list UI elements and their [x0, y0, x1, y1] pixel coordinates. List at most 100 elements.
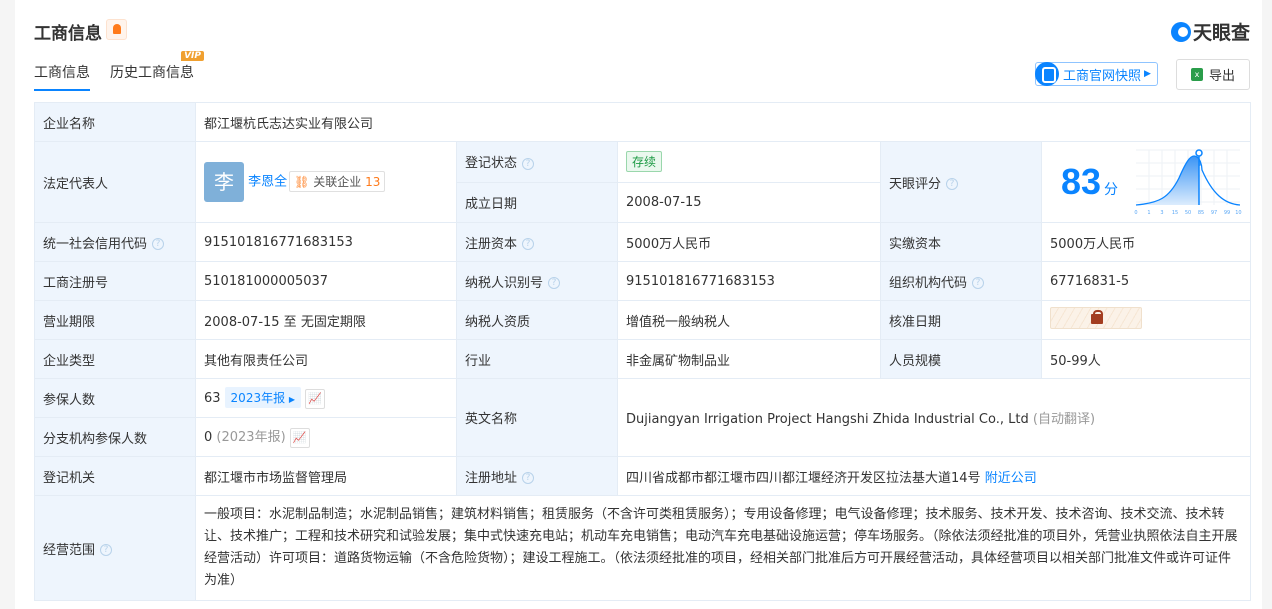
caret-right-icon: ▶ — [288, 395, 296, 405]
tab-business-info[interactable]: 工商信息 — [34, 62, 90, 91]
status-cell: 存续 — [617, 141, 881, 183]
related-label: 关联企业 — [313, 174, 362, 189]
export-button[interactable]: x 导出 — [1176, 59, 1250, 90]
branch-insured-count: 0 — [204, 430, 213, 446]
x-tick-label: 97 — [1211, 210, 1217, 216]
bell-icon[interactable] — [106, 19, 127, 40]
export-label: 导出 — [1208, 69, 1235, 84]
taxpayer-type: 增值税一般纳税人 — [617, 300, 881, 340]
address-label: 注册地址? — [456, 456, 618, 496]
company-name: 都江堰杭氏志达实业有限公司 — [195, 102, 1251, 142]
help-icon[interactable]: ? — [100, 544, 113, 556]
help-icon[interactable]: ? — [972, 277, 985, 289]
industry: 非金属矿物制品业 — [617, 339, 881, 379]
label-text: 登记状态 — [465, 156, 518, 172]
help-icon[interactable]: ? — [522, 157, 535, 170]
founded-date: 2008-07-15 — [617, 181, 881, 223]
score-label: 天眼评分? — [880, 141, 1042, 223]
authority-label: 登记机关 — [34, 456, 196, 496]
scope-label: 经营范围? — [34, 495, 196, 601]
reg-no-label: 工商注册号 — [34, 261, 196, 301]
score-value: 83 — [1061, 161, 1102, 202]
branch-insured-cell: 0 (2023年报) 📈 — [195, 417, 457, 457]
authority: 都江堰市市场监督管理局 — [195, 456, 457, 496]
label-text: 经营范围 — [43, 542, 96, 558]
paid-capital: 5000万人民币 — [1041, 222, 1251, 262]
address-cell: 四川省成都市都江堰市四川都江堰经济开发区拉法基大道14号 附近公司 — [617, 456, 1251, 496]
legal-rep-label: 法定代表人 — [34, 141, 196, 223]
x-tick-label: 0 — [1134, 210, 1137, 216]
related-companies-button[interactable]: ⛓ 关联企业 13 — [289, 170, 386, 192]
label-text: 天眼评分 — [889, 176, 942, 192]
label-text: 组织机构代码 — [889, 275, 968, 291]
logo-text: 天眼查 — [1192, 22, 1250, 44]
help-icon[interactable]: ? — [522, 472, 535, 484]
term-label: 营业期限 — [34, 300, 196, 340]
insured-count: 63 — [204, 391, 221, 407]
reg-capital-label: 注册资本? — [456, 222, 618, 262]
staff-label: 人员规模 — [880, 339, 1042, 379]
en-name-label: 英文名称 — [456, 378, 618, 457]
en-name-cell: Dujiangyan Irrigation Project Hangshi Zh… — [617, 378, 1251, 457]
tabs: 工商信息 历史工商信息 VIP — [34, 51, 204, 91]
section-title: 工商信息 — [34, 24, 102, 44]
x-tick-label: 3 — [1160, 210, 1163, 216]
info-table: 企业名称 都江堰杭氏志达实业有限公司 法定代表人 李 李恩全 ⛓ 关联企业 13 登… — [34, 102, 1251, 601]
paid-capital-label: 实缴资本 — [880, 222, 1042, 262]
industry-label: 行业 — [456, 339, 618, 379]
address: 四川省成都市都江堰市四川都江堰经济开发区拉法基大道14号 — [626, 470, 981, 486]
business-info-card: 工商信息 天眼查 工商信息 历史工商信息 VIP 工商官网快照 ▶ x 导出 企业名称… — [15, 0, 1262, 609]
legal-rep-link[interactable]: 李恩全 — [248, 175, 287, 190]
credit-code-label: 统一社会信用代码? — [34, 222, 196, 262]
snapshot-button[interactable]: 工商官网快照 ▶ — [1035, 62, 1158, 86]
score-marker-dot — [1195, 149, 1203, 157]
year-label: (2023年报) — [216, 430, 286, 446]
lock-icon[interactable] — [1050, 307, 1142, 329]
auto-translate-note: (自动翻译) — [1032, 412, 1096, 427]
label-text: 纳税人识别号 — [465, 275, 544, 291]
score-unit: 分 — [1104, 182, 1119, 198]
tab-history-info[interactable]: 历史工商信息 VIP — [110, 51, 204, 91]
x-tick-label: 15 — [1172, 210, 1178, 216]
caret-right-icon: ▶ — [1144, 69, 1151, 79]
status-badge: 存续 — [626, 151, 663, 173]
type-label: 企业类型 — [34, 339, 196, 379]
help-icon[interactable]: ? — [522, 238, 535, 250]
help-icon[interactable]: ? — [152, 238, 165, 250]
trend-chart-icon[interactable]: 📈 — [289, 427, 310, 448]
approve-date-cell — [1041, 300, 1251, 340]
x-tick-label: 50 — [1185, 210, 1191, 216]
staff-size: 50-99人 — [1041, 339, 1251, 379]
help-icon[interactable]: ? — [548, 277, 561, 289]
org-code: 67716831-5 — [1041, 261, 1251, 301]
snapshot-label: 工商官网快照 — [1063, 68, 1142, 84]
insured-cell: 63 2023年报 ▶ 📈 — [195, 378, 457, 418]
trend-chart-icon[interactable]: 📈 — [305, 388, 326, 409]
x-tick-label: 99 — [1224, 210, 1230, 216]
credit-code: 915101816771683153 — [195, 222, 457, 262]
score-cell: 83分 0 1 3 15 50 85 97 99 100 — [1041, 141, 1251, 223]
term: 2008-07-15 至 无固定期限 — [195, 300, 457, 340]
annual-report-link[interactable]: 2023年报 ▶ — [224, 387, 302, 409]
founded-label: 成立日期 — [456, 181, 618, 223]
related-count: 13 — [365, 174, 381, 189]
reg-no: 510181000005037 — [195, 261, 457, 301]
x-tick-label: 100 — [1235, 210, 1242, 216]
vip-badge: VIP — [181, 51, 204, 61]
legal-rep-cell: 李 李恩全 ⛓ 关联企业 13 — [195, 141, 457, 223]
logo-icon — [1170, 21, 1191, 42]
score-distribution-chart: 0 1 3 15 50 85 97 99 100 — [1134, 149, 1242, 216]
branch-insured-label: 分支机构参保人数 — [34, 417, 196, 457]
x-tick-label: 1 — [1147, 210, 1150, 216]
x-tick-label: 85 — [1198, 210, 1204, 216]
en-name: Dujiangyan Irrigation Project Hangshi Zh… — [626, 412, 1029, 427]
status-label: 登记状态? — [456, 141, 618, 183]
org-code-label: 组织机构代码? — [880, 261, 1042, 301]
nearby-companies-link[interactable]: 附近公司 — [985, 471, 1037, 486]
tianyancha-logo: 天眼查 — [1170, 18, 1250, 45]
taxpayer-type-label: 纳税人资质 — [456, 300, 618, 340]
taxpayer-id-label: 纳税人识别号? — [456, 261, 618, 301]
help-icon[interactable]: ? — [946, 178, 959, 190]
avatar[interactable]: 李 — [204, 162, 244, 202]
label-text: 注册资本 — [465, 236, 518, 252]
